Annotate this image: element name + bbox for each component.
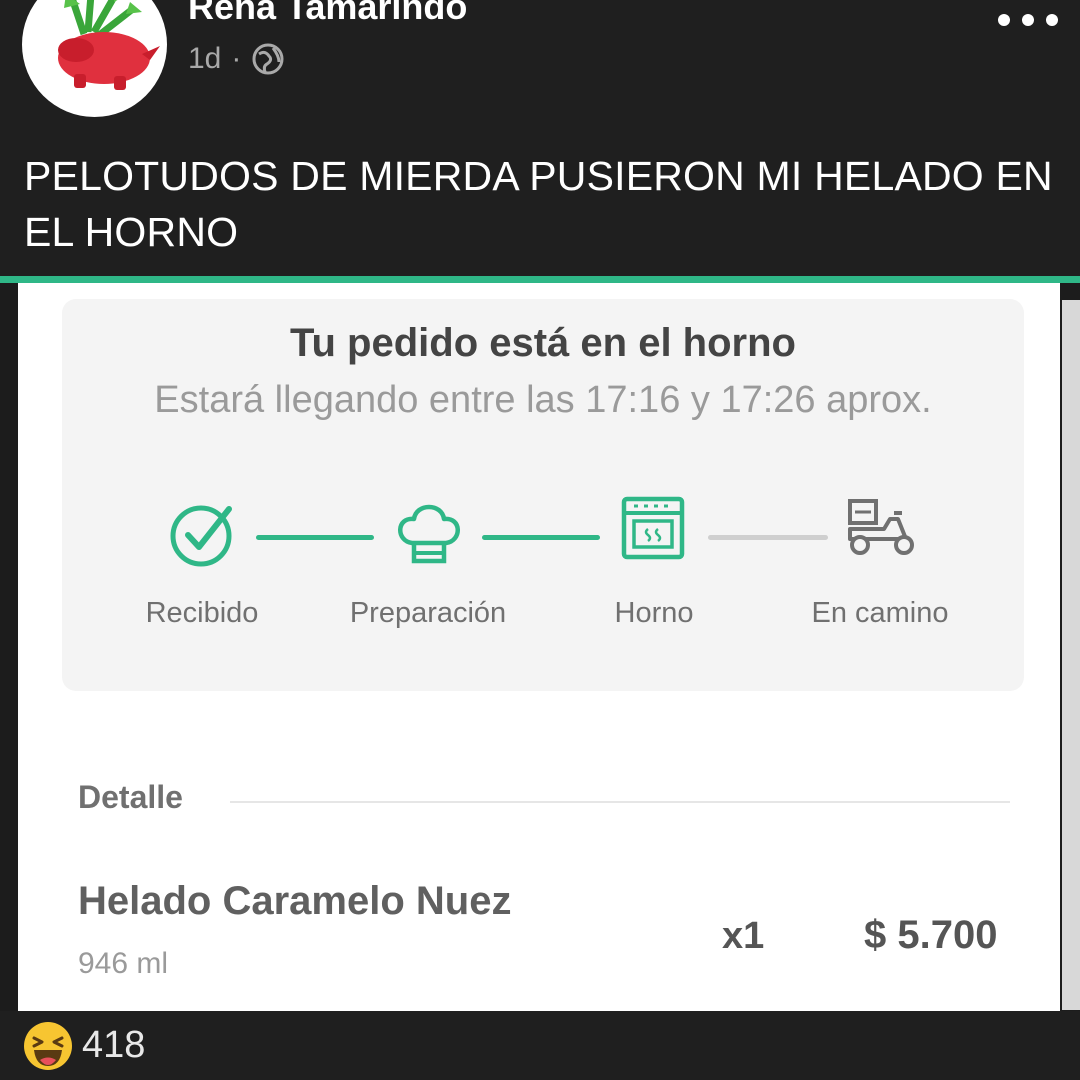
step-label-horno: Horno	[614, 597, 694, 629]
step-label-en-camino: En camino	[811, 597, 949, 629]
item-price: $ 5.700	[864, 913, 998, 957]
step-connector	[256, 535, 374, 540]
step-connector	[482, 535, 600, 540]
order-status-card: Tu pedido está en el horno Estará llegan…	[62, 299, 1024, 691]
item-quantity: x1	[722, 915, 765, 957]
chef-hat-icon	[398, 504, 460, 564]
post-author-name[interactable]: Rena Tamarindo	[188, 0, 467, 28]
detail-heading: Detalle	[78, 779, 183, 815]
detail-divider	[230, 801, 1010, 803]
reactions-bar[interactable]: 418	[0, 1011, 1080, 1080]
meta-separator: ·	[231, 42, 242, 75]
radish-avatar-image	[58, 0, 160, 90]
post-header: Rena Tamarindo 1d · PELOTUDOS DE MIERDA …	[0, 0, 1080, 280]
post-caption: PELOTUDOS DE MIERDA PUSIERON MI HELADO E…	[24, 153, 1053, 255]
step-label-recibido: Recibido	[145, 597, 259, 629]
reaction-count[interactable]: 418	[82, 1024, 145, 1067]
item-name: Helado Caramelo Nuez	[78, 879, 512, 923]
post-timestamp[interactable]: 1d	[188, 42, 221, 76]
oven-icon	[621, 496, 685, 560]
avatar[interactable]	[22, 0, 167, 117]
delivery-scooter-icon	[848, 499, 914, 555]
haha-emoji-icon	[24, 1021, 72, 1070]
order-screenshot: Tu pedido está en el horno Estará llegan…	[18, 283, 1060, 1011]
screenshot-edge	[1062, 300, 1080, 1010]
more-options-icon[interactable]	[998, 0, 1058, 40]
step-connector-pending	[708, 535, 828, 540]
globe-icon	[252, 43, 284, 75]
item-size: 946 ml	[78, 947, 169, 980]
order-status-title: Tu pedido está en el horno	[290, 321, 796, 365]
order-eta: Estará llegando entre las 17:16 y 17:26 …	[154, 379, 932, 421]
check-circle-icon	[170, 505, 232, 567]
step-label-preparacion: Preparación	[349, 597, 507, 629]
post-divider	[0, 276, 1080, 283]
post-meta: 1d ·	[188, 42, 285, 76]
